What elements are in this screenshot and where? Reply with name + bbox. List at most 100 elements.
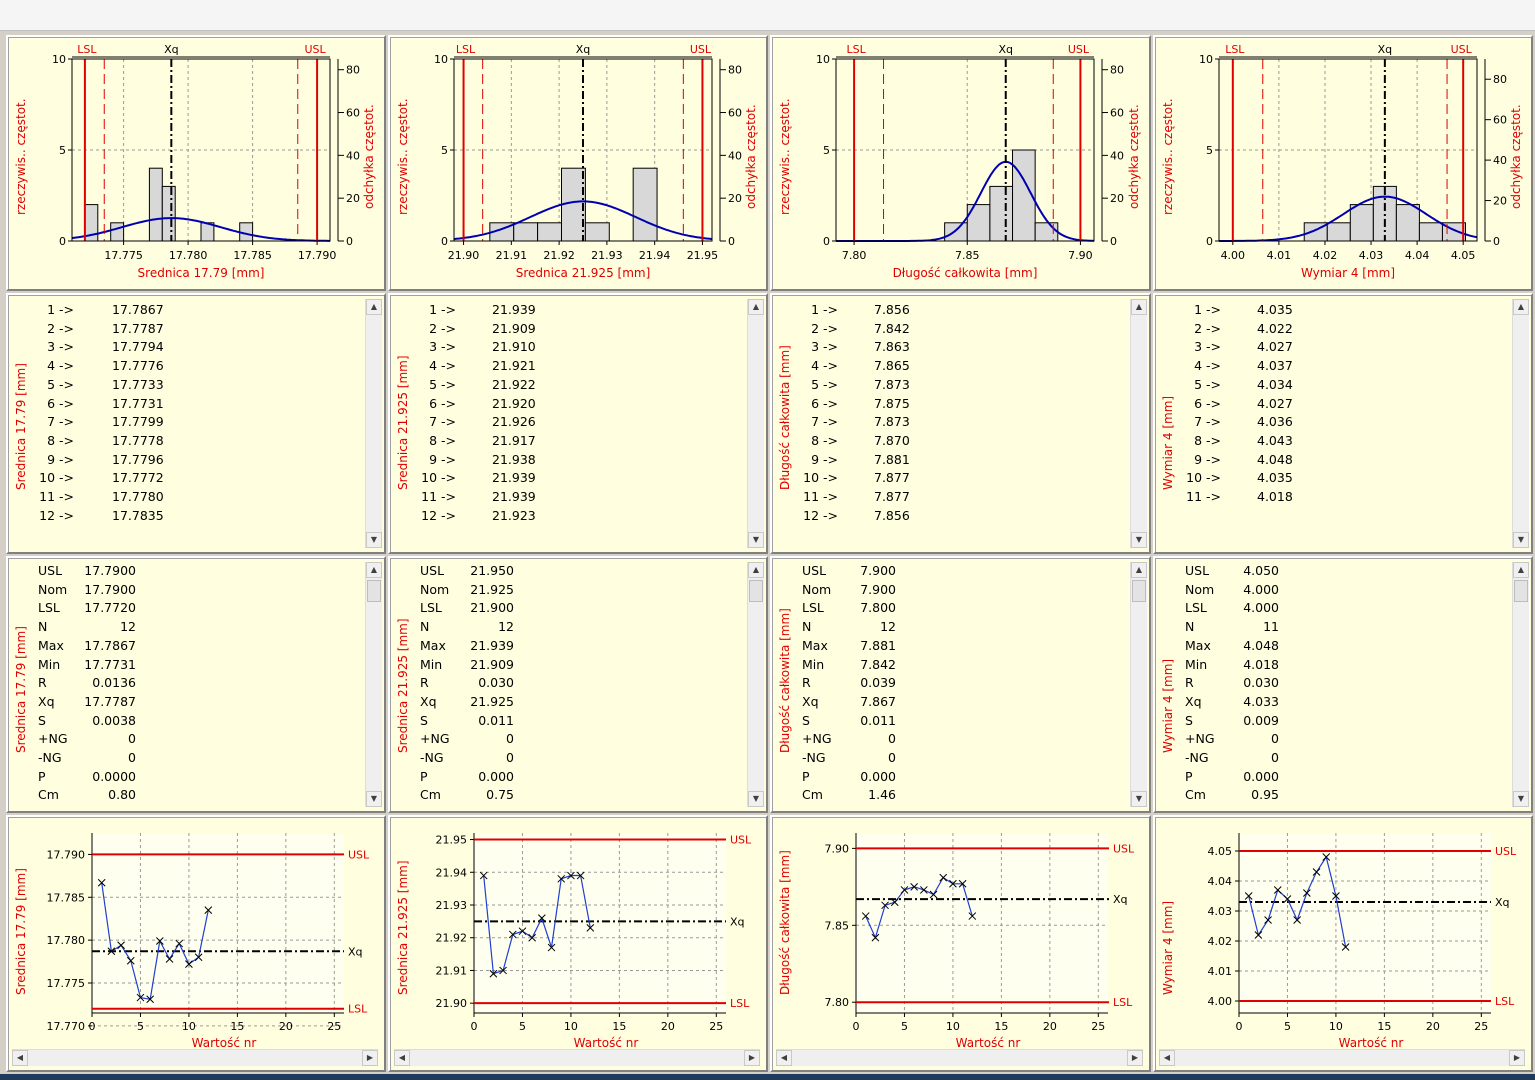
list-value: 17.7794 [112, 339, 164, 355]
list-index: 8 -> [47, 432, 74, 448]
list-index: 2 -> [811, 320, 838, 336]
statistics-panel: USL 4.050 Nom 4.000 LSL 4.000 N 11 Max 4.048 Min 4.… [1153, 556, 1533, 813]
stat-value: 0 [506, 731, 514, 747]
x-axis-label: Srednica 21.925 [mm] [516, 266, 651, 280]
scroll-up-arrow-icon[interactable]: ▲ [366, 299, 382, 315]
stat-key: P [420, 768, 428, 784]
scroll-left-arrow-icon[interactable]: ◀ [776, 1050, 792, 1066]
scroll-down-arrow-icon[interactable]: ▼ [1513, 791, 1529, 807]
statistics-scrollbar[interactable]: ▲ ▼ [1512, 562, 1529, 807]
x-tick-label: 20 [279, 1020, 293, 1033]
scroll-left-arrow-icon[interactable]: ◀ [394, 1050, 410, 1066]
list-index: 3 -> [429, 339, 456, 355]
scroll-thumb[interactable] [1514, 580, 1528, 602]
values-listbox[interactable]: 1 -> 7.856 2 -> 7.842 3 -> 7.863 4 -> 7.865 5 ->… [772, 295, 1149, 552]
scroll-up-arrow-icon[interactable]: ▲ [1131, 299, 1147, 315]
stat-key: R [38, 675, 47, 691]
statistics-scrollbar[interactable]: ▲ ▼ [747, 562, 764, 807]
scroll-left-arrow-icon[interactable]: ◀ [12, 1050, 28, 1066]
values-listbox[interactable]: 1 -> 17.7867 2 -> 17.7787 3 -> 17.7794 4 -> 17.… [8, 295, 384, 552]
x-tick-label: 21.92 [543, 249, 575, 262]
scroll-right-arrow-icon[interactable]: ▶ [1127, 1050, 1143, 1066]
scroll-down-arrow-icon[interactable]: ▼ [366, 791, 382, 807]
list-value: 7.856 [874, 507, 910, 523]
stat-key: Min [420, 656, 443, 672]
y-axis-label: rzeczywis.. częstot. [778, 98, 792, 215]
values-listbox[interactable]: 1 -> 21.939 2 -> 21.909 3 -> 21.910 4 -> 21.921… [390, 295, 766, 552]
scroll-right-arrow-icon[interactable]: ▶ [362, 1050, 378, 1066]
histogram-bar [537, 222, 563, 242]
y-tick-label: 10 [1199, 53, 1213, 66]
stat-key: LSL [38, 600, 60, 616]
scroll-up-arrow-icon[interactable]: ▲ [1131, 562, 1147, 578]
stat-value: 7.900 [860, 581, 896, 597]
list-index: 6 -> [429, 395, 456, 411]
stat-value: 0.0136 [92, 675, 136, 691]
horizontal-scrollbar[interactable]: ◀ ▶ [1159, 1049, 1525, 1066]
scroll-thumb[interactable] [749, 580, 763, 602]
stat-value: 21.950 [470, 563, 514, 578]
usl-label: USL [1451, 43, 1473, 56]
scroll-up-arrow-icon[interactable]: ▲ [1513, 562, 1529, 578]
stat-value: 0 [888, 731, 896, 747]
x-tick-label: 5 [901, 1020, 908, 1033]
values-listbox[interactable]: 1 -> 4.035 2 -> 4.022 3 -> 4.027 4 -> 4.037 5 ->… [1155, 295, 1531, 552]
y2-tick-label: 20 [346, 192, 360, 205]
stat-value: 0.009 [1243, 712, 1279, 728]
x-tick-label: 21.93 [591, 249, 623, 262]
scroll-thumb[interactable] [1132, 580, 1146, 602]
list-index: 11 -> [39, 489, 74, 504]
stat-key: USL [420, 563, 445, 578]
list-index: 1 -> [811, 302, 838, 317]
stat-key: Min [802, 656, 825, 672]
run-chart-panel: USL LSL Xq 17.790 17.785 17.780 17.775 17.770 0 5… [6, 815, 386, 1072]
scroll-up-arrow-icon[interactable]: ▲ [366, 562, 382, 578]
scroll-thumb[interactable] [367, 580, 381, 602]
scroll-down-arrow-icon[interactable]: ▼ [366, 532, 382, 548]
statistics-scrollbar[interactable]: ▲ ▼ [365, 562, 382, 807]
values-list-scrollbar[interactable]: ▲ ▼ [747, 299, 764, 548]
x-tick-label: 25 [709, 1020, 723, 1033]
x-tick-label: 5 [1284, 1020, 1291, 1033]
plot-area [474, 833, 726, 1013]
scroll-down-arrow-icon[interactable]: ▼ [748, 532, 764, 548]
y-tick-label: 21.94 [436, 866, 468, 879]
horizontal-scrollbar[interactable]: ◀ ▶ [12, 1049, 378, 1066]
scroll-right-arrow-icon[interactable]: ▶ [1509, 1050, 1525, 1066]
horizontal-scrollbar[interactable]: ◀ ▶ [394, 1049, 760, 1066]
statistics-listbox[interactable]: USL 7.900 Nom 7.900 LSL 7.800 N 12 Max 7.881 Min 7.… [772, 558, 1149, 811]
stat-key: USL [38, 563, 63, 578]
values-list-scrollbar[interactable]: ▲ ▼ [1512, 299, 1529, 548]
statistics-panel: USL 17.7900 Nom 17.7900 LSL 17.7720 N 12 Max 17.7… [6, 556, 386, 813]
run-chart-panel: USL LSL Xq 21.95 21.94 21.93 21.92 21.91 21.90 0 5… [388, 815, 768, 1072]
stat-key: Xq [1185, 693, 1202, 709]
statistics-listbox[interactable]: USL 4.050 Nom 4.000 LSL 4.000 N 11 Max 4.048 Min 4.… [1155, 558, 1531, 811]
usl-label: USL [690, 43, 712, 56]
x-tick-label: 10 [946, 1020, 960, 1033]
scroll-right-arrow-icon[interactable]: ▶ [744, 1050, 760, 1066]
y-axis-label: rzeczywis.. częstot. [396, 98, 410, 215]
histogram-chart: LSL USL Xq 10 5 0 80 60 40 20 0 4.00 4.01 4.02 4.03 4.0… [1199, 43, 1507, 280]
list-value: 21.922 [492, 376, 536, 392]
scroll-left-arrow-icon[interactable]: ◀ [1159, 1050, 1175, 1066]
stat-value: 21.909 [470, 656, 514, 672]
y-tick-label: 5 [823, 144, 830, 157]
stat-key: R [420, 675, 429, 691]
values-list-scrollbar[interactable]: ▲ ▼ [1130, 299, 1147, 548]
scroll-down-arrow-icon[interactable]: ▼ [1131, 791, 1147, 807]
list-axis-label: Srednica 17.79 [mm] [14, 363, 28, 490]
scroll-down-arrow-icon[interactable]: ▼ [748, 791, 764, 807]
scroll-up-arrow-icon[interactable]: ▲ [748, 562, 764, 578]
scroll-up-arrow-icon[interactable]: ▲ [1513, 299, 1529, 315]
scroll-down-arrow-icon[interactable]: ▼ [1131, 532, 1147, 548]
statistics-scrollbar[interactable]: ▲ ▼ [1130, 562, 1147, 807]
scroll-down-arrow-icon[interactable]: ▼ [1513, 532, 1529, 548]
values-list-panel: 1 -> 21.939 2 -> 21.909 3 -> 21.910 4 -> 21.921… [388, 293, 768, 554]
statistics-listbox[interactable]: USL 21.950 Nom 21.925 LSL 21.900 N 12 Max 21.939 M… [390, 558, 766, 811]
stat-key: Max [420, 637, 446, 653]
horizontal-scrollbar[interactable]: ◀ ▶ [776, 1049, 1143, 1066]
scroll-up-arrow-icon[interactable]: ▲ [748, 299, 764, 315]
stat-key: Nom [38, 581, 68, 597]
statistics-listbox[interactable]: USL 17.7900 Nom 17.7900 LSL 17.7720 N 12 Max 17.7… [8, 558, 384, 811]
values-list-scrollbar[interactable]: ▲ ▼ [365, 299, 382, 548]
